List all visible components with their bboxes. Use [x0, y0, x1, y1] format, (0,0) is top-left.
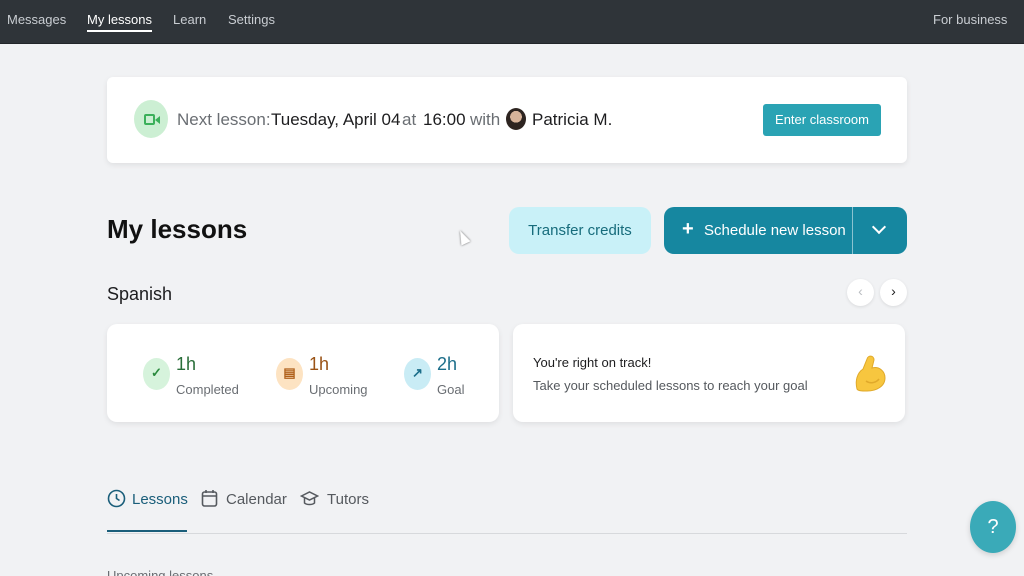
calendar-icon: [201, 490, 218, 507]
next-lesson-date: Tuesday, April 04: [271, 110, 401, 129]
tabs-divider: [107, 533, 907, 534]
next-lesson-at: at: [402, 110, 417, 129]
next-lesson-card: Next lesson: Tuesday, April 04 at 16:00 …: [107, 77, 907, 163]
carousel-prev-button[interactable]: ‹: [847, 279, 874, 306]
upcoming-value: 1h: [309, 354, 330, 374]
nav-for-business[interactable]: For business: [933, 12, 1007, 27]
plus-icon: +: [682, 218, 694, 240]
tab-tutors-label: Tutors: [327, 491, 369, 508]
enter-classroom-button[interactable]: Enter classroom: [763, 104, 881, 136]
goal-label: Goal: [437, 382, 465, 397]
video-camera-icon: [134, 100, 168, 138]
tab-calendar-label: Calendar: [226, 491, 287, 508]
check-icon: ✓: [143, 358, 170, 390]
on-track-description: Take your scheduled lessons to reach you…: [533, 378, 808, 393]
tutor-name[interactable]: Patricia M.: [532, 110, 612, 130]
nav-learn[interactable]: Learn: [173, 12, 206, 27]
chevron-left-icon: ‹: [858, 283, 863, 299]
transfer-credits-button[interactable]: Transfer credits: [509, 207, 651, 254]
chevron-down-icon[interactable]: [853, 207, 907, 254]
nav-messages[interactable]: Messages: [7, 12, 66, 27]
calendar-icon: ▤: [276, 358, 303, 390]
page-title: My lessons: [107, 214, 248, 244]
flexed-arm-icon: [855, 355, 886, 392]
next-lesson-with: with: [470, 110, 501, 129]
top-nav: Messages My lessons Learn Settings For b…: [0, 0, 1024, 44]
tutor-avatar: [506, 108, 526, 130]
tab-lessons[interactable]: Lessons: [107, 489, 188, 508]
help-button[interactable]: ?: [970, 501, 1016, 553]
schedule-button-label: Schedule new lesson: [704, 222, 846, 239]
graduation-cap-icon: [299, 491, 320, 506]
nav-my-lessons[interactable]: My lessons: [87, 12, 153, 32]
mouse-cursor: [455, 228, 471, 246]
completed-label: Completed: [176, 382, 239, 397]
clock-icon: [107, 489, 126, 508]
progress-stats-card: ✓ 1h Completed ▤ 1h Upcoming ↗ 2h Goal: [107, 324, 499, 422]
completed-value: 1h: [176, 354, 197, 374]
tab-lessons-label: Lessons: [132, 491, 188, 508]
goal-value: 2h: [437, 354, 458, 374]
next-lesson-time: 16:00: [423, 110, 466, 129]
chevron-right-icon: ›: [891, 283, 896, 299]
nav-settings[interactable]: Settings: [228, 12, 275, 27]
active-tab-indicator: [107, 530, 187, 532]
on-track-title: You're right on track!: [533, 355, 652, 370]
next-lesson-prefix: Next lesson:: [177, 110, 271, 129]
carousel-next-button[interactable]: ›: [880, 279, 907, 306]
upcoming-lessons-heading: Upcoming lessons: [107, 568, 214, 576]
upcoming-label: Upcoming: [309, 382, 368, 397]
tab-calendar[interactable]: Calendar: [201, 489, 287, 508]
language-heading: Spanish: [107, 284, 173, 304]
schedule-new-lesson-button[interactable]: + Schedule new lesson: [664, 207, 907, 254]
on-track-card: You're right on track! Take your schedul…: [513, 324, 905, 422]
tab-tutors[interactable]: Tutors: [299, 489, 369, 508]
trend-up-icon: ↗: [404, 358, 431, 390]
